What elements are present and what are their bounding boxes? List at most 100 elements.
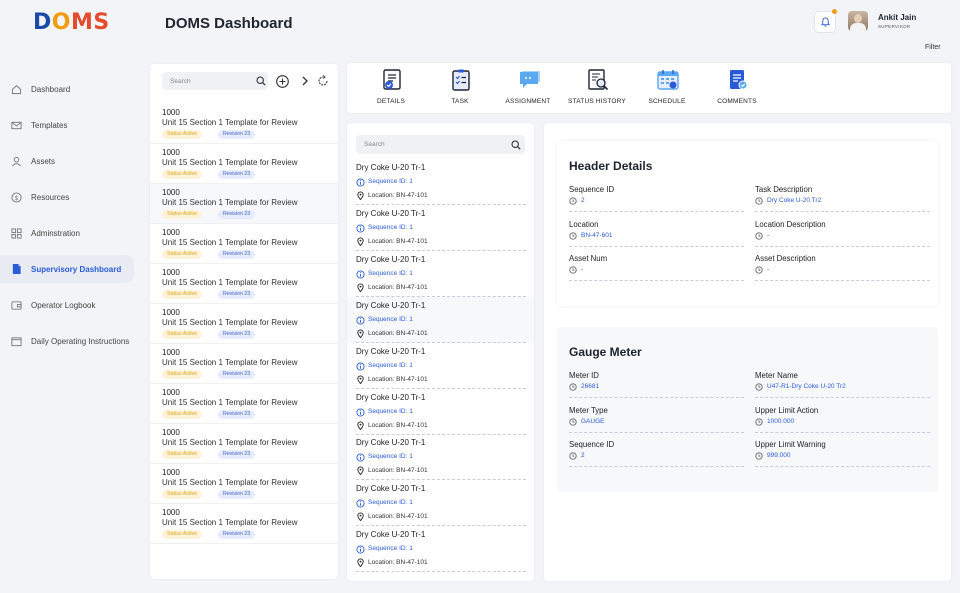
field-value: 999.000	[767, 452, 791, 459]
task-search-input[interactable]	[356, 135, 525, 154]
notification-button[interactable]	[814, 11, 836, 33]
list-item[interactable]: 1000 Unit 15 Section 1 Template for Revi…	[150, 504, 338, 544]
sidebar-item-templates[interactable]: Templates	[0, 111, 134, 139]
next-button[interactable]	[299, 75, 311, 87]
task-title: Dry Coke U-20 Tr-1	[356, 300, 426, 310]
task-sequence-id[interactable]: Sequence ID: 1	[368, 224, 413, 231]
status-badge: Status Active	[162, 410, 202, 419]
sidebar-item-assets[interactable]: Assets	[0, 147, 134, 175]
list-item[interactable]: 1000 Unit 15 Section 1 Template for Revi…	[150, 424, 338, 464]
filter-button[interactable]: Filter	[925, 44, 941, 51]
tab-assignment[interactable]: ASSIGNMENT	[493, 63, 563, 113]
list-item[interactable]: 1000 Unit 15 Section 1 Template for Revi…	[150, 304, 338, 344]
logo-letter: S	[93, 10, 110, 35]
list-item[interactable]: 1000 Unit 15 Section 1 Template for Revi…	[150, 104, 338, 144]
mail-icon	[10, 119, 22, 131]
sidebar-item-operator-logbook[interactable]: Operator Logbook	[0, 291, 134, 319]
sidebar-item-label: Adminstration	[31, 228, 80, 238]
search-icon[interactable]	[510, 139, 521, 150]
field-value: U47-R1-Dry Coke U-20 Tr2	[767, 383, 846, 390]
list-item[interactable]: 1000 Unit 15 Section 1 Template for Revi…	[150, 264, 338, 304]
list-item[interactable]: Dry Coke U-20 Tr-1 Sequence ID: 1 Locati…	[347, 296, 534, 343]
list-item[interactable]: 1000 Unit 15 Section 1 Template for Revi…	[150, 184, 338, 224]
detail-panel: Header Details Sequence ID 2 Task Descri…	[544, 123, 951, 581]
sidebar-item-dashboard[interactable]: Dashboard	[0, 75, 134, 103]
sidebar-item-adminstration[interactable]: Adminstration	[0, 219, 134, 247]
info-icon	[356, 499, 365, 508]
search-icon[interactable]	[255, 75, 267, 87]
tabs-panel: DETAILS TASK ASSIGNMENT STATUS HISTORY S…	[347, 63, 951, 113]
task-sequence-id[interactable]: Sequence ID: 1	[368, 453, 413, 460]
tab-details[interactable]: DETAILS	[356, 63, 426, 113]
detail-field: Sequence ID 2	[569, 440, 744, 470]
sidebar-item-resources[interactable]: $ Resources	[0, 183, 134, 211]
avatar[interactable]	[848, 11, 868, 31]
tab-status-history[interactable]: STATUS HISTORY	[562, 63, 632, 113]
sidebar-item-supervisory-dashboard[interactable]: Supervisory Dashboard	[0, 255, 134, 283]
user-icon	[10, 155, 22, 167]
task-sequence-id[interactable]: Sequence ID: 1	[368, 499, 413, 506]
task-sequence-id[interactable]: Sequence ID: 1	[368, 545, 413, 552]
list-item[interactable]: Dry Coke U-20 Tr-1 Sequence ID: 1 Locati…	[347, 251, 534, 297]
template-title: Unit 15 Section 1 Template for Review	[162, 118, 298, 127]
assignment-icon	[520, 71, 540, 88]
refresh-button[interactable]	[316, 74, 330, 88]
field-value: Dry Coke U-20 Tr2	[767, 197, 822, 204]
sidebar-item-label: Dashboard	[31, 84, 71, 94]
info-icon	[356, 316, 365, 325]
list-item[interactable]: 1000 Unit 15 Section 1 Template for Revi…	[150, 384, 338, 424]
template-number: 1000	[162, 508, 180, 517]
task-sequence-id[interactable]: Sequence ID: 1	[368, 408, 413, 415]
list-item[interactable]: 1000 Unit 15 Section 1 Template for Revi…	[150, 344, 338, 384]
template-search-input[interactable]	[162, 72, 268, 90]
user-role: SUPERVISOR	[878, 24, 911, 29]
list-item[interactable]: Dry Coke U-20 Tr-1 Sequence ID: 1 Locati…	[347, 389, 534, 435]
list-item[interactable]: Dry Coke U-20 Tr-1 Sequence ID: 1 Locati…	[347, 434, 534, 481]
task-sequence-id[interactable]: Sequence ID: 1	[368, 270, 413, 277]
field-value: 1000.000	[767, 417, 795, 425]
folder-icon	[10, 335, 22, 347]
status-badge: Status Active	[162, 490, 202, 499]
list-item[interactable]: Dry Coke U-20 Tr-1 Sequence ID: 1 Locati…	[347, 159, 534, 205]
task-icon	[452, 69, 470, 91]
sidebar-item-label: Operator Logbook	[31, 300, 96, 310]
template-title: Unit 15 Section 1 Template for Review	[162, 238, 298, 247]
list-item[interactable]: 1000 Unit 15 Section 1 Template for Revi…	[150, 144, 338, 184]
clock-icon	[755, 417, 763, 426]
sidebar-item-daily-operating-instructions[interactable]: Daily Operating Instructions	[0, 327, 134, 355]
list-item[interactable]: Dry Coke U-20 Tr-1 Sequence ID: 1 Locati…	[347, 480, 534, 527]
logo-letter: M	[70, 10, 94, 35]
list-item[interactable]: Dry Coke U-20 Tr-1 Sequence ID: 1 Locati…	[347, 343, 534, 389]
status-badge: Status Active	[162, 330, 202, 339]
field-label: Upper Limit Warning	[755, 440, 826, 449]
task-title: Dry Coke U-20 Tr-1	[356, 346, 426, 356]
status-badge: Status Active	[162, 210, 202, 219]
tab-schedule[interactable]: SCHEDULE	[632, 63, 702, 113]
list-item[interactable]: 1000 Unit 15 Section 1 Template for Revi…	[150, 224, 338, 264]
tab-label: COMMENTS	[717, 98, 757, 105]
template-title: Unit 15 Section 1 Template for Review	[162, 198, 298, 207]
task-sequence-id[interactable]: Sequence ID: 1	[368, 178, 413, 185]
task-title: Dry Coke U-20 Tr-1	[356, 163, 426, 172]
list-item[interactable]: Dry Coke U-20 Tr-1 Sequence ID: 1 Locati…	[347, 205, 534, 251]
location-pin-icon	[357, 237, 364, 246]
tab-task[interactable]: TASK	[425, 63, 495, 113]
sidebar-item-label: Supervisory Dashboard	[31, 264, 122, 274]
field-label: Meter ID	[569, 371, 599, 380]
info-icon	[356, 270, 365, 279]
list-item[interactable]: 1000 Unit 15 Section 1 Template for Revi…	[150, 464, 338, 504]
task-sequence-id[interactable]: Sequence ID: 1	[368, 316, 413, 323]
clock-icon	[569, 452, 577, 460]
field-value: BN-47-601	[581, 231, 613, 239]
clock-icon	[755, 383, 763, 391]
detail-field: Meter ID 26681	[569, 371, 744, 401]
tab-comments[interactable]: COMMENTS	[702, 63, 772, 113]
template-title: Unit 15 Section 1 Template for Review	[162, 438, 298, 447]
detail-field: Sequence ID 2	[569, 185, 744, 215]
task-title: Dry Coke U-20 Tr-1	[356, 208, 426, 218]
list-item[interactable]: Dry Coke U-20 Tr-1 Sequence ID: 1 Locati…	[347, 526, 534, 573]
grid-icon	[10, 227, 22, 239]
task-sequence-id[interactable]: Sequence ID: 1	[368, 362, 413, 369]
detail-field: Meter Type GAUGE	[569, 406, 744, 436]
add-button[interactable]	[275, 74, 289, 88]
